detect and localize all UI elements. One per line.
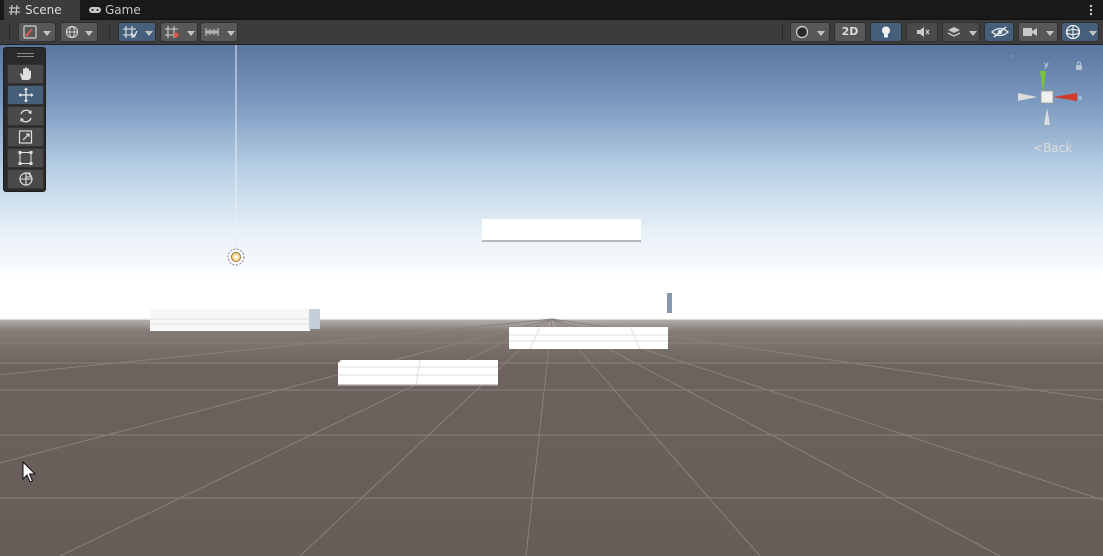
globe-icon <box>65 25 79 39</box>
scene-visibility-toggle[interactable] <box>984 22 1014 42</box>
toolbar-separator <box>782 24 783 40</box>
tab-scene-label: Scene <box>25 3 62 17</box>
tool-handle-dropdown[interactable] <box>18 22 56 42</box>
grid-visibility-dropdown[interactable] <box>160 22 198 42</box>
rect-tool[interactable] <box>7 148 44 168</box>
tab-game-label: Game <box>105 3 141 17</box>
chevron-down-icon <box>227 31 235 36</box>
transform-tool[interactable] <box>7 169 44 189</box>
audio-toggle[interactable] <box>906 22 938 42</box>
tools-overlay <box>3 47 46 192</box>
move-tool[interactable] <box>7 85 44 105</box>
view-direction-label[interactable]: <Back <box>1033 141 1072 155</box>
camera-icon <box>1023 28 1037 36</box>
camera-dropdown[interactable] <box>1018 22 1058 42</box>
chevron-down-icon <box>817 31 825 36</box>
scene-render[interactable] <box>0 45 1103 556</box>
platform-top-center[interactable] <box>482 219 641 242</box>
tab-game[interactable]: Game <box>84 0 154 20</box>
gamepad-icon <box>89 7 101 13</box>
scene-viewport[interactable] <box>0 45 1103 556</box>
layers-icon <box>947 27 961 37</box>
gizmo-grip <box>1010 55 1013 57</box>
back-arrow-icon: < <box>1033 141 1044 155</box>
scene-toolbar: 2D <box>0 20 1103 45</box>
rotate-tool[interactable] <box>7 106 44 126</box>
overlay-drag-handle[interactable] <box>17 53 34 57</box>
rotate-icon <box>20 109 32 123</box>
gizmo-y-axis[interactable] <box>1040 71 1046 94</box>
toolbar-separator <box>109 24 110 40</box>
chevron-down-icon <box>187 31 195 36</box>
2d-toggle[interactable]: 2D <box>834 22 866 42</box>
platform-right[interactable] <box>667 293 832 314</box>
pivot-icon <box>23 25 37 39</box>
chevron-down-icon <box>43 31 51 36</box>
rect-transform-icon <box>18 151 33 165</box>
transform-icon <box>19 172 33 186</box>
tab-scene[interactable]: Scene <box>4 0 80 20</box>
ruler-icon <box>205 28 219 36</box>
hand-tool[interactable] <box>7 64 44 84</box>
platform-center-low[interactable] <box>509 326 668 350</box>
gizmos-dropdown[interactable] <box>1061 22 1099 42</box>
lighting-toggle[interactable] <box>870 22 902 42</box>
lock-icon[interactable] <box>1076 61 1082 70</box>
gizmo-center-cube[interactable] <box>1040 90 1054 104</box>
gizmo-x-label: x <box>1078 94 1082 102</box>
gizmo-neg-x-axis[interactable] <box>1018 93 1037 101</box>
gizmo-neg-y-axis[interactable] <box>1044 108 1050 125</box>
platform-front[interactable] <box>338 359 498 386</box>
skybox <box>0 45 1103 320</box>
gizmo-x-axis[interactable] <box>1053 93 1077 101</box>
back-label: Back <box>1043 141 1073 155</box>
effects-dropdown[interactable] <box>942 22 980 42</box>
global-local-dropdown[interactable] <box>60 22 98 42</box>
lightbulb-icon <box>882 26 890 38</box>
shading-mode-dropdown[interactable] <box>790 22 830 42</box>
grid-hash-icon <box>9 4 20 16</box>
chevron-down-icon <box>85 31 93 36</box>
increment-snap-dropdown[interactable] <box>200 22 238 42</box>
gizmo-orbit-icon <box>1065 24 1081 40</box>
speaker-muted-icon <box>917 27 930 37</box>
chevron-down-icon <box>1046 31 1054 36</box>
chevron-down-icon <box>969 31 977 36</box>
grid-snapping-toggle[interactable] <box>118 22 156 42</box>
move-arrows-icon <box>18 87 34 103</box>
chevron-down-icon <box>1089 31 1097 36</box>
toolbar-grip <box>9 24 10 40</box>
scale-tool[interactable] <box>7 127 44 147</box>
eye-hidden-icon <box>991 26 1009 38</box>
more-options-icon[interactable] <box>1085 3 1097 17</box>
tab-strip: Scene Game <box>0 0 1103 20</box>
grid-snap-icon <box>123 26 138 39</box>
gizmo-y-label: y <box>1044 60 1049 69</box>
chevron-down-icon <box>145 31 153 36</box>
hand-icon <box>20 67 31 80</box>
platform-left[interactable] <box>150 309 320 331</box>
scale-icon <box>18 130 33 144</box>
grid-visibility-icon <box>165 26 179 38</box>
shading-sphere-icon <box>795 25 809 39</box>
ground-plane <box>0 319 1103 556</box>
2d-label: 2D <box>841 25 859 38</box>
